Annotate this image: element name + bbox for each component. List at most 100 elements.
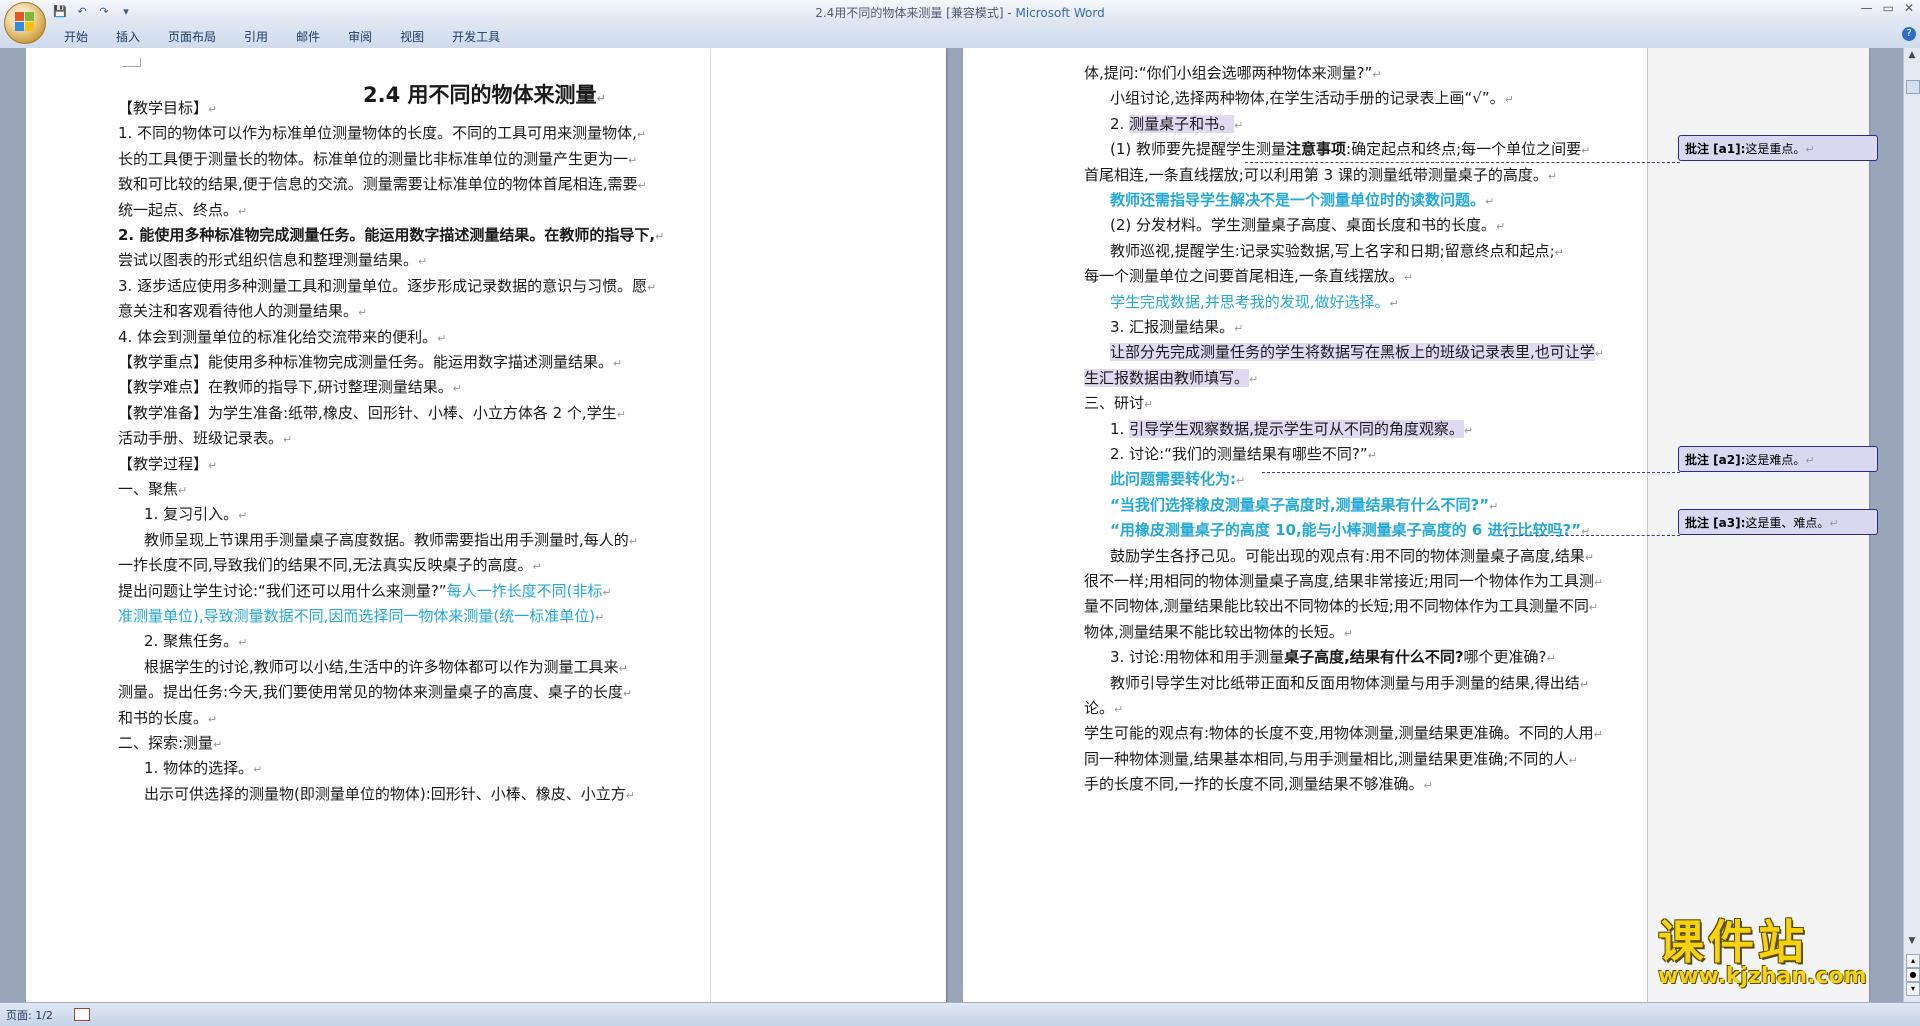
text-run: 长的工具便于测量长的物体。标准单位的测量比非标准单位的测量产生更为一 [118,149,629,168]
text-run: “用橡皮测量桌子的高度 10,能与小棒测量桌子高度的 6 进行比较吗?” [1110,521,1582,540]
comment-connector [1500,535,1680,536]
ribbon-tab[interactable]: 引用 [230,28,282,45]
next-page-icon[interactable]: ▾ [1906,982,1920,996]
status-bar: 页面: 1/2 [0,1002,1920,1026]
ribbon-tab[interactable]: 开始 [50,28,102,45]
text-run: 很不一样;用相同的物体测量桌子高度,结果非常接近;用同一个物体作为工具测 [1084,572,1594,590]
text-line: 小组讨论,选择两种物体,在学生活动手册的记录表上画“√”。↵ [1110,89,1514,108]
text-run: 测量桌子和书。 [1129,114,1235,133]
close-icon[interactable]: ✕ [1904,1,1914,15]
document-area[interactable]: 2.4 用不同的物体来测量↵ 【教学目标】↵ 1. 不同的物体可以作为标准单位测量… [0,48,1904,1002]
ribbon-tab[interactable]: 页面布局 [154,28,230,45]
watermark-url: www.kjzhan.com [1658,964,1867,989]
scroll-up-icon[interactable]: ▲ [1906,50,1918,64]
text-line: 1. 物体的选择。↵ [144,759,263,778]
text-line: 一、聚焦↵ [118,480,188,498]
text-run: 教师呈现上节课用手测量桌子高度数据。教师需要指出用手测量时,每人的 [144,530,629,549]
text-run: 注意事项 [1286,140,1347,159]
text-run: 2. [1110,114,1130,133]
text-run: 提出问题让学生讨论:“我们还可以用什么来测量?” [118,581,447,600]
text-line: 同一种物体测量,结果基本相同,与用手测量相比,测量结果更准确;不同的人↵ [1084,749,1578,768]
text-line: 测量。提出任务:今天,我们要使用常见的物体来测量桌子的高度、桌子的长度↵ [118,683,633,702]
text-line: 教师还需指导学生解决不是一个测量单位时的读数问题。↵ [1110,191,1495,209]
text-run: 论。 [1084,699,1115,717]
text-run: 鼓励学生各抒己见。可能出现的观点有:用不同的物体测量桌子高度,结果 [1110,546,1585,565]
text-run: 1. 物体的选择。 [144,759,254,778]
text-run: 4. 体会到测量单位的标准化给交流带来的便利。 [118,327,438,346]
text-run: 2. 能使用多种标准物完成测量任务。能运用数字描述测量结果。在教师的指导下, [118,226,656,244]
text-run: 出示可供选择的测量物(即测量单位的物体):回形针、小棒、橡皮、小立方 [144,784,626,803]
page-1[interactable]: 2.4 用不同的物体来测量↵ 【教学目标】↵ 1. 不同的物体可以作为标准单位测量… [26,48,946,1002]
comment-balloon[interactable]: 批注 [a2]:这是难点。↵ [1678,446,1878,472]
text-run: 物体,测量结果不能比较出物体的长短。 [1084,622,1344,641]
text-run: 生汇报数据由教师填写。 [1084,368,1250,387]
vertical-scrollbar[interactable]: ▲ ▼ ▴ ● ▾ [1903,48,1920,1002]
office-button[interactable] [4,2,46,44]
document-title: 2.4用不同的物体来测量 [兼容模式] - [815,6,1016,20]
text-line: 3. 讨论:用物体和用手测量桌子高度,结果有什么不同?哪个更准确?↵ [1110,648,1556,667]
text-line: 物体,测量结果不能比较出物体的长短。↵ [1084,622,1353,641]
text-line: 体,提问:“你们小组会选哪两种物体来测量?”↵ [1084,64,1382,82]
comment-connector [1245,162,1680,163]
text-run: (2) 分发材料。学生测量桌子高度、桌面长度和书的长度。 [1110,216,1497,235]
page-indicator[interactable]: 页面: 1/2 [6,1007,53,1023]
text-line: 尝试以图表的形式组织信息和整理测量结果。↵ [118,251,428,270]
text-line: 3. 逐步适应使用多种测量工具和测量单位。逐步形成记录数据的意识与习惯。愿↵ [118,276,657,295]
ribbon-tab[interactable]: 插入 [102,28,154,45]
ribbon-tabs: 开始 插入 页面布局 引用 邮件 审阅 视图 开发工具 [50,28,514,45]
text-run: 根据学生的讨论,教师可以小结,生活中的许多物体都可以作为测量工具来 [144,657,619,676]
previous-page-icon[interactable]: ▴ [1906,954,1920,968]
text-run: 桌子高度,结果有什么不同? [1284,648,1464,667]
text-run: :确定起点和终点;每一个单位之间要 [1346,140,1582,159]
text-run: 3. 汇报测量结果。 [1110,318,1235,336]
ribbon-tab[interactable]: 审阅 [334,28,386,45]
text-line: 论。↵ [1084,699,1124,717]
text-line: 2. 讨论:“我们的测量结果有哪些不同?”↵ [1110,445,1377,463]
maximize-icon[interactable]: ▭ [1883,1,1894,15]
text-line: 【教学准备】为学生准备:纸带,橡皮、回形针、小棒、小立方体各 2 个,学生↵ [118,403,626,422]
text-line: 让部分先完成测量任务的学生将数据写在黑板上的班级记录表里,也可让学↵ [1110,343,1604,362]
ribbon-tab[interactable]: 开发工具 [438,28,514,45]
minimize-icon[interactable]: — [1861,1,1873,15]
text-line: 4. 体会到测量单位的标准化给交流带来的便利。↵ [118,327,447,346]
text-line: 1. 不同的物体可以作为标准单位测量物体的长度。不同的工具可用来测量物体,↵ [118,124,647,143]
text-line: 【教学难点】在教师的指导下,研讨整理测量结果。↵ [118,378,462,397]
window-title: 2.4用不同的物体来测量 [兼容模式] - Microsoft Word [0,4,1920,21]
text-run: 教师巡视,提醒学生:记录实验数据,写上名字和日期;留意终点和起点; [1110,241,1555,260]
text-run: 【教学难点】在教师的指导下,研讨整理测量结果。 [118,378,453,397]
text-run: 教师引导学生对比纸带正面和反面用物体测量与用手测量的结果,得出结 [1110,673,1580,692]
text-run: 准测量单位),导致测量数据不同,因而选择同一物体来测量(统一标准单位) [118,607,596,625]
window-controls: — ▭ ✕ [1861,1,1914,15]
text-line: 活动手册、班级记录表。↵ [118,429,293,448]
text-line: 每一个测量单位之间要首尾相连,一条直线摆放。↵ [1084,267,1413,286]
text-line: 3. 汇报测量结果。↵ [1110,318,1244,336]
text-run: 哪个更准确? [1463,648,1547,667]
text-line: 量不同物体,测量结果能比较出不同物体的长短;用不同物体作为工具测量不同↵ [1084,597,1599,616]
text-run: 3. 讨论:用物体和用手测量 [1110,648,1285,667]
proofing-icon[interactable] [74,1008,90,1021]
comment-balloon[interactable]: 批注 [a3]:这是重、难点。↵ [1678,509,1878,535]
text-line: 【教学目标】↵ [118,99,218,117]
help-icon[interactable]: ? [1902,27,1916,41]
text-run: 量不同物体,测量结果能比较出不同物体的长短;用不同物体作为工具测量不同 [1084,597,1589,616]
text-run: 让部分先完成测量任务的学生将数据写在黑板上的班级记录表里,也可让学 [1110,343,1595,362]
text-run: 致和可比较的结果,便于信息的交流。测量需要让标准单位的物体首尾相连,需要 [118,175,638,194]
browse-object-icon[interactable]: ● [1906,968,1920,982]
text-run: 每一个测量单位之间要首尾相连,一条直线摆放。 [1084,267,1404,286]
text-run: 【教学过程】 [118,454,209,473]
text-line: 一拃长度不同,导致我们的结果不同,无法真实反映桌子的高度。↵ [118,556,542,575]
ribbon-tab[interactable]: 视图 [386,28,438,45]
scroll-down-icon[interactable]: ▼ [1906,936,1918,950]
text-line: 【教学重点】能使用多种标准物完成测量任务。能运用数字描述测量结果。↵ [118,353,623,371]
scroll-thumb[interactable] [1906,80,1920,94]
text-run: 引导学生观察数据,提示学生可从不同的角度观察。 [1129,419,1464,438]
site-watermark: 课件站 www.kjzhan.com [1658,918,1894,988]
comment-balloon[interactable]: 批注 [a1]:这是重点。↵ [1678,135,1878,161]
text-line: 统一起点、终点。↵ [118,200,248,219]
text-line: (2) 分发材料。学生测量桌子高度、桌面长度和书的长度。↵ [1110,216,1506,235]
margin-guide [710,48,711,1002]
text-line: 提出问题让学生讨论:“我们还可以用什么来测量?”每人一拃长度不同(非标↵ [118,581,612,600]
text-line: 二、探索:测量↵ [118,734,223,752]
ribbon-tab[interactable]: 邮件 [282,28,334,45]
text-line: 致和可比较的结果,便于信息的交流。测量需要让标准单位的物体首尾相连,需要↵ [118,175,647,194]
